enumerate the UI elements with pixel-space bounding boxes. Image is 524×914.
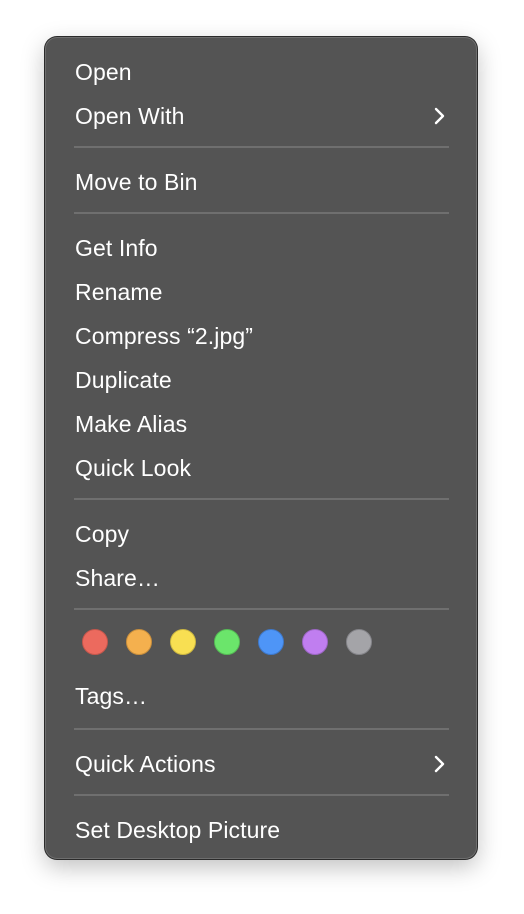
tag-red-dot[interactable] <box>82 629 108 655</box>
menu-separator <box>74 728 449 730</box>
menu-item-label: Duplicate <box>75 366 172 393</box>
menu-item-rename[interactable]: Rename <box>46 272 476 312</box>
tag-gray-dot[interactable] <box>346 629 372 655</box>
menu-item-tags[interactable]: Tags… <box>46 676 476 716</box>
tag-colors-row <box>82 629 372 659</box>
menu-separator <box>74 498 449 500</box>
tag-blue-dot[interactable] <box>258 629 284 655</box>
tag-yellow-dot[interactable] <box>170 629 196 655</box>
menu-item-make-alias[interactable]: Make Alias <box>46 404 476 444</box>
chevron-right-icon <box>432 106 448 126</box>
menu-item-label: Compress “2.jpg” <box>75 322 253 349</box>
menu-item-label: Quick Actions <box>75 750 216 777</box>
menu-item-compress[interactable]: Compress “2.jpg” <box>46 316 476 356</box>
menu-item-label: Open With <box>75 102 185 129</box>
menu-item-label: Quick Look <box>75 454 192 481</box>
menu-separator <box>74 608 449 610</box>
menu-item-move-to-bin[interactable]: Move to Bin <box>46 162 476 202</box>
menu-item-get-info[interactable]: Get Info <box>46 228 476 268</box>
tag-purple-dot[interactable] <box>302 629 328 655</box>
menu-item-label: Tags… <box>75 682 148 709</box>
menu-item-set-desktop-picture[interactable]: Set Desktop Picture <box>46 810 476 850</box>
menu-item-label: Open <box>75 58 132 85</box>
menu-item-label: Get Info <box>75 234 158 261</box>
menu-separator <box>74 794 449 796</box>
menu-item-open[interactable]: Open <box>46 52 476 92</box>
menu-item-quick-actions[interactable]: Quick Actions <box>46 744 476 784</box>
menu-item-label: Rename <box>75 278 163 305</box>
menu-item-copy[interactable]: Copy <box>46 514 476 554</box>
context-menu: Open Open With Move to Bin Get Info Rena… <box>45 37 477 859</box>
menu-item-label: Set Desktop Picture <box>75 816 281 843</box>
menu-item-share[interactable]: Share… <box>46 558 476 598</box>
menu-item-open-with[interactable]: Open With <box>46 96 476 136</box>
menu-item-label: Move to Bin <box>75 168 198 195</box>
menu-separator <box>74 146 449 148</box>
tag-orange-dot[interactable] <box>126 629 152 655</box>
menu-item-duplicate[interactable]: Duplicate <box>46 360 476 400</box>
menu-item-label: Copy <box>75 520 130 547</box>
menu-separator <box>74 212 449 214</box>
menu-item-label: Share… <box>75 564 160 591</box>
menu-item-label: Make Alias <box>75 410 188 437</box>
tag-green-dot[interactable] <box>214 629 240 655</box>
menu-item-quick-look[interactable]: Quick Look <box>46 448 476 488</box>
chevron-right-icon <box>432 754 448 774</box>
